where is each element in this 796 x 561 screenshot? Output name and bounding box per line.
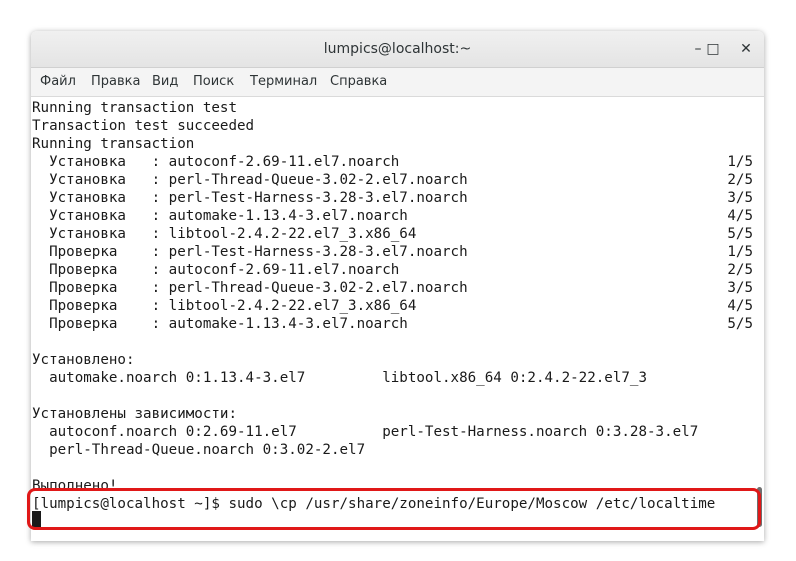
- transaction-progress: 1/5: [727, 154, 753, 170]
- installed-heading: Установлено:: [32, 352, 135, 368]
- transaction-progress: 1/5: [727, 244, 753, 260]
- transaction-progress: 2/5: [727, 262, 753, 278]
- output-line: Running transaction: [32, 136, 195, 152]
- installed-line: automake.noarch 0:1.13.4-3.el7 libtool.x…: [32, 370, 647, 386]
- window-title: lumpics@localhost:~: [323, 41, 472, 57]
- terminal-output[interactable]: Running transaction test Transaction tes…: [31, 97, 753, 541]
- transaction-row: Проверка : libtool-2.4.2-22.el7_3.x86_64: [32, 298, 417, 314]
- transaction-progress: 5/5: [727, 226, 753, 242]
- transaction-progress: 2/5: [727, 172, 753, 188]
- title-bar[interactable]: lumpics@localhost:~ – □ ✕: [31, 31, 764, 68]
- menu-edit[interactable]: Правка: [91, 68, 140, 96]
- menu-search[interactable]: Поиск: [193, 68, 234, 96]
- menu-file[interactable]: Файл: [40, 68, 76, 96]
- deps-line: perl-Thread-Queue.noarch 0:3.02-2.el7: [32, 442, 366, 458]
- deps-heading: Установлены зависимости:: [32, 406, 237, 422]
- transaction-row: Установка : perl-Thread-Queue-3.02-2.el7…: [32, 172, 468, 188]
- menu-view[interactable]: Вид: [152, 68, 178, 96]
- close-icon[interactable]: ✕: [733, 31, 759, 67]
- transaction-row: Установка : autoconf-2.69-11.el7.noarch: [32, 154, 400, 170]
- transaction-row: Проверка : perl-Thread-Queue-3.02-2.el7.…: [32, 280, 468, 296]
- transaction-progress: 4/5: [727, 208, 753, 224]
- transaction-progress: 3/5: [727, 190, 753, 206]
- scrollbar[interactable]: [753, 97, 764, 541]
- menu-help[interactable]: Справка: [330, 68, 387, 96]
- transaction-row: Проверка : automake-1.13.4-3.el7.noarch: [32, 316, 408, 332]
- deps-line: autoconf.noarch 0:2.69-11.el7 perl-Test-…: [32, 424, 699, 440]
- menu-terminal[interactable]: Терминал: [250, 68, 317, 96]
- transaction-progress: 5/5: [727, 316, 753, 332]
- maximize-icon[interactable]: □: [700, 31, 726, 67]
- terminal-window: lumpics@localhost:~ – □ ✕ Файл Правка Ви…: [31, 31, 764, 541]
- transaction-row: Установка : libtool-2.4.2-22.el7_3.x86_6…: [32, 226, 417, 242]
- transaction-row: Установка : perl-Test-Harness-3.28-3.el7…: [32, 190, 468, 206]
- transaction-progress: 4/5: [727, 298, 753, 314]
- output-line: Transaction test succeeded: [32, 118, 255, 134]
- transaction-row: Установка : automake-1.13.4-3.el7.noarch: [32, 208, 408, 224]
- transaction-progress: 3/5: [727, 280, 753, 296]
- transaction-row: Проверка : perl-Test-Harness-3.28-3.el7.…: [32, 244, 468, 260]
- menu-bar: Файл Правка Вид Поиск Терминал Справка: [31, 68, 764, 97]
- command-highlight-frame: [27, 488, 761, 530]
- output-line: Running transaction test: [32, 100, 237, 116]
- transaction-row: Проверка : autoconf-2.69-11.el7.noarch: [32, 262, 400, 278]
